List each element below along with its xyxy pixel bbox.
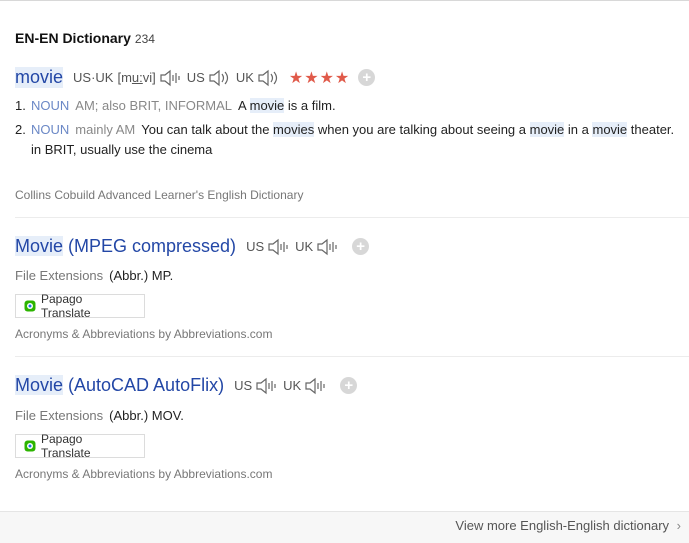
papago-label: Papago Translate: [40, 292, 91, 320]
entry-1-header: movie US·UK [mu:vi] US UK ★★★★ +: [15, 67, 376, 88]
entry-2-pronunciation: US UK: [246, 238, 344, 256]
us-label: US: [234, 378, 253, 393]
speaker-icon-us[interactable]: [255, 377, 277, 395]
divider: [15, 356, 689, 357]
sense-body: NOUN AM; also BRIT, INFORMAL A movie is a …: [31, 96, 680, 116]
papago-translate-button[interactable]: Papago Translate: [15, 292, 145, 320]
usage-note: in BRIT, usually use the cinema: [31, 142, 213, 157]
papago-logo-icon: [24, 300, 36, 312]
highlighted-word: movie: [592, 122, 628, 137]
entry-3-header: Movie (AutoCAD AutoFlix) US UK +: [15, 375, 358, 396]
entry-2-headword[interactable]: Movie (MPEG compressed): [15, 236, 236, 257]
entry-3-headword[interactable]: Movie (AutoCAD AutoFlix): [15, 375, 224, 396]
entry-1-headword[interactable]: movie: [15, 67, 64, 88]
file-extension-value: (Abbr.) MP.: [109, 268, 174, 283]
definition-text: is a film.: [284, 98, 336, 113]
entry-2-file-extension: File Extensions (Abbr.) MP.: [15, 268, 173, 283]
definition-text: A: [238, 98, 250, 113]
footer-bar: View more English-English dictionary ›: [0, 511, 689, 543]
speaker-icon[interactable]: [159, 69, 181, 87]
uk-label: UK: [283, 378, 302, 393]
file-extension-label: File Extensions: [15, 408, 104, 423]
definition-text: in a: [564, 122, 593, 137]
papago-translate-button[interactable]: Papago Translate: [15, 432, 145, 460]
plus-icon[interactable]: +: [358, 69, 376, 86]
highlighted-word: movie: [249, 98, 285, 113]
us-label: US: [186, 70, 205, 85]
ipa-text: [mu:vi]: [117, 70, 156, 85]
section-title: EN-EN Dictionary 234: [15, 30, 155, 46]
file-extension-value: (Abbr.) MOV.: [109, 408, 184, 423]
sense-item: 2. NOUN mainly AM You can talk about the m…: [15, 120, 680, 160]
speaker-icon-uk[interactable]: [304, 377, 326, 395]
part-of-speech: NOUN: [31, 98, 70, 113]
part-of-speech: NOUN: [31, 122, 70, 137]
speaker-icon-uk[interactable]: [316, 238, 338, 256]
us-label: US: [246, 239, 265, 254]
plus-icon[interactable]: +: [340, 377, 358, 394]
entry-1-pronunciation: US·UK [mu:vi] US UK: [73, 69, 285, 87]
plus-icon[interactable]: +: [352, 238, 370, 255]
entry-1-senses: 1. NOUN AM; also BRIT, INFORMAL A movie is…: [15, 96, 680, 160]
uk-label: UK: [295, 239, 314, 254]
entry-2-source[interactable]: Acronyms & Abbreviations by Abbreviation…: [15, 327, 272, 341]
definition-text: theater.: [627, 122, 675, 137]
entry-2-header: Movie (MPEG compressed) US UK +: [15, 236, 370, 257]
grammar-note: AM; also BRIT, INFORMAL: [75, 98, 233, 113]
papago-label: Papago Translate: [40, 432, 91, 460]
definition-text: when you are talking about seeing a: [314, 122, 530, 137]
highlighted-word: movies: [273, 122, 315, 137]
view-more-link[interactable]: View more English-English dictionary ›: [455, 518, 681, 533]
grammar-note: mainly AM: [75, 122, 136, 137]
sense-body: NOUN mainly AM You can talk about the movi…: [31, 120, 680, 160]
highlighted-word: movie: [529, 122, 565, 137]
speaker-icon-us[interactable]: [267, 238, 289, 256]
rating-stars: ★★★★: [288, 69, 351, 87]
entry-1-source[interactable]: Collins Cobuild Advanced Learner's Engli…: [15, 188, 303, 202]
entry-3-source[interactable]: Acronyms & Abbreviations by Abbreviation…: [15, 467, 272, 481]
papago-logo-icon: [24, 440, 36, 452]
chevron-right-icon: ›: [676, 518, 681, 533]
speaker-icon-us[interactable]: [208, 69, 230, 87]
speaker-icon-uk[interactable]: [257, 69, 279, 87]
entry-3-file-extension: File Extensions (Abbr.) MOV.: [15, 408, 184, 423]
definition-text: You can talk about the: [141, 122, 274, 137]
uk-label: UK: [235, 70, 254, 85]
us-uk-tag: US·UK: [73, 70, 114, 85]
section-title-text: EN-EN Dictionary: [15, 30, 131, 46]
sense-item: 1. NOUN AM; also BRIT, INFORMAL A movie is…: [15, 96, 680, 116]
file-extension-label: File Extensions: [15, 268, 104, 283]
view-more-label: View more English-English dictionary: [455, 518, 670, 533]
sense-number: 1.: [15, 98, 26, 113]
result-count: 234: [134, 32, 155, 46]
divider: [15, 217, 689, 218]
entry-3-pronunciation: US UK: [234, 377, 332, 395]
top-border: [0, 0, 689, 1]
sense-number: 2.: [15, 122, 26, 137]
